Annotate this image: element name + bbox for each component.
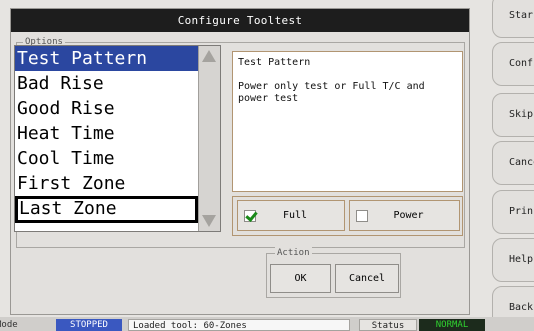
list-item-test-pattern[interactable]: Test Pattern (15, 46, 198, 71)
list-scrollbar[interactable] (198, 46, 220, 231)
description-title: Test Pattern (238, 57, 311, 68)
mode-value-badge: STOPPED (56, 319, 122, 331)
cancel-button[interactable]: Cancel (335, 264, 399, 293)
list-item-last-zone[interactable]: Last Zone (15, 196, 198, 223)
scroll-down-icon[interactable] (202, 215, 216, 227)
start-button[interactable]: Star (492, 0, 534, 38)
help-button[interactable]: Help (492, 238, 534, 282)
action-group: Action OK Cancel (266, 247, 401, 298)
scroll-up-icon[interactable] (202, 50, 216, 62)
screen: Configure Tooltest Options Test Pattern … (0, 0, 534, 331)
status-value-badge: NORMAL (419, 319, 485, 331)
list-item-first-zone[interactable]: First Zone (15, 171, 198, 196)
cancel-side-button[interactable]: Cance (492, 141, 534, 185)
power-checkbox-icon[interactable] (356, 209, 368, 222)
full-option-label: Full (282, 210, 308, 221)
dialog-title: Configure Tooltest (11, 9, 469, 32)
full-checkbox-checked-icon[interactable] (244, 209, 256, 222)
status-message: Loaded tool: 60-Zones (128, 319, 350, 331)
power-option-label: Power (393, 210, 424, 221)
status-bar: Mode STOPPED Loaded tool: 60-Zones Statu… (0, 317, 534, 331)
list-item-bad-rise[interactable]: Bad Rise (15, 71, 198, 96)
print-button[interactable]: Prin (492, 190, 534, 234)
power-option-button[interactable]: Power (349, 200, 460, 231)
list-item-good-rise[interactable]: Good Rise (15, 96, 198, 121)
full-option-button[interactable]: Full (237, 200, 345, 231)
ok-button[interactable]: OK (270, 264, 331, 293)
test-mode-options: Full Power (232, 196, 463, 236)
status-label: Status (359, 319, 417, 331)
skip-button[interactable]: Skip (492, 93, 534, 137)
test-listbox: Test Pattern Bad Rise Good Rise Heat Tim… (14, 45, 221, 232)
configure-button[interactable]: Confi (492, 42, 534, 86)
description-body: Power only test or Full T/C and power te… (238, 81, 425, 104)
action-legend: Action (275, 247, 312, 259)
test-list: Test Pattern Bad Rise Good Rise Heat Tim… (15, 46, 198, 231)
list-item-heat-time[interactable]: Heat Time (15, 121, 198, 146)
list-item-cool-time[interactable]: Cool Time (15, 146, 198, 171)
mode-label: Mode (0, 320, 18, 330)
test-description: Test Pattern Power only test or Full T/C… (232, 51, 463, 192)
